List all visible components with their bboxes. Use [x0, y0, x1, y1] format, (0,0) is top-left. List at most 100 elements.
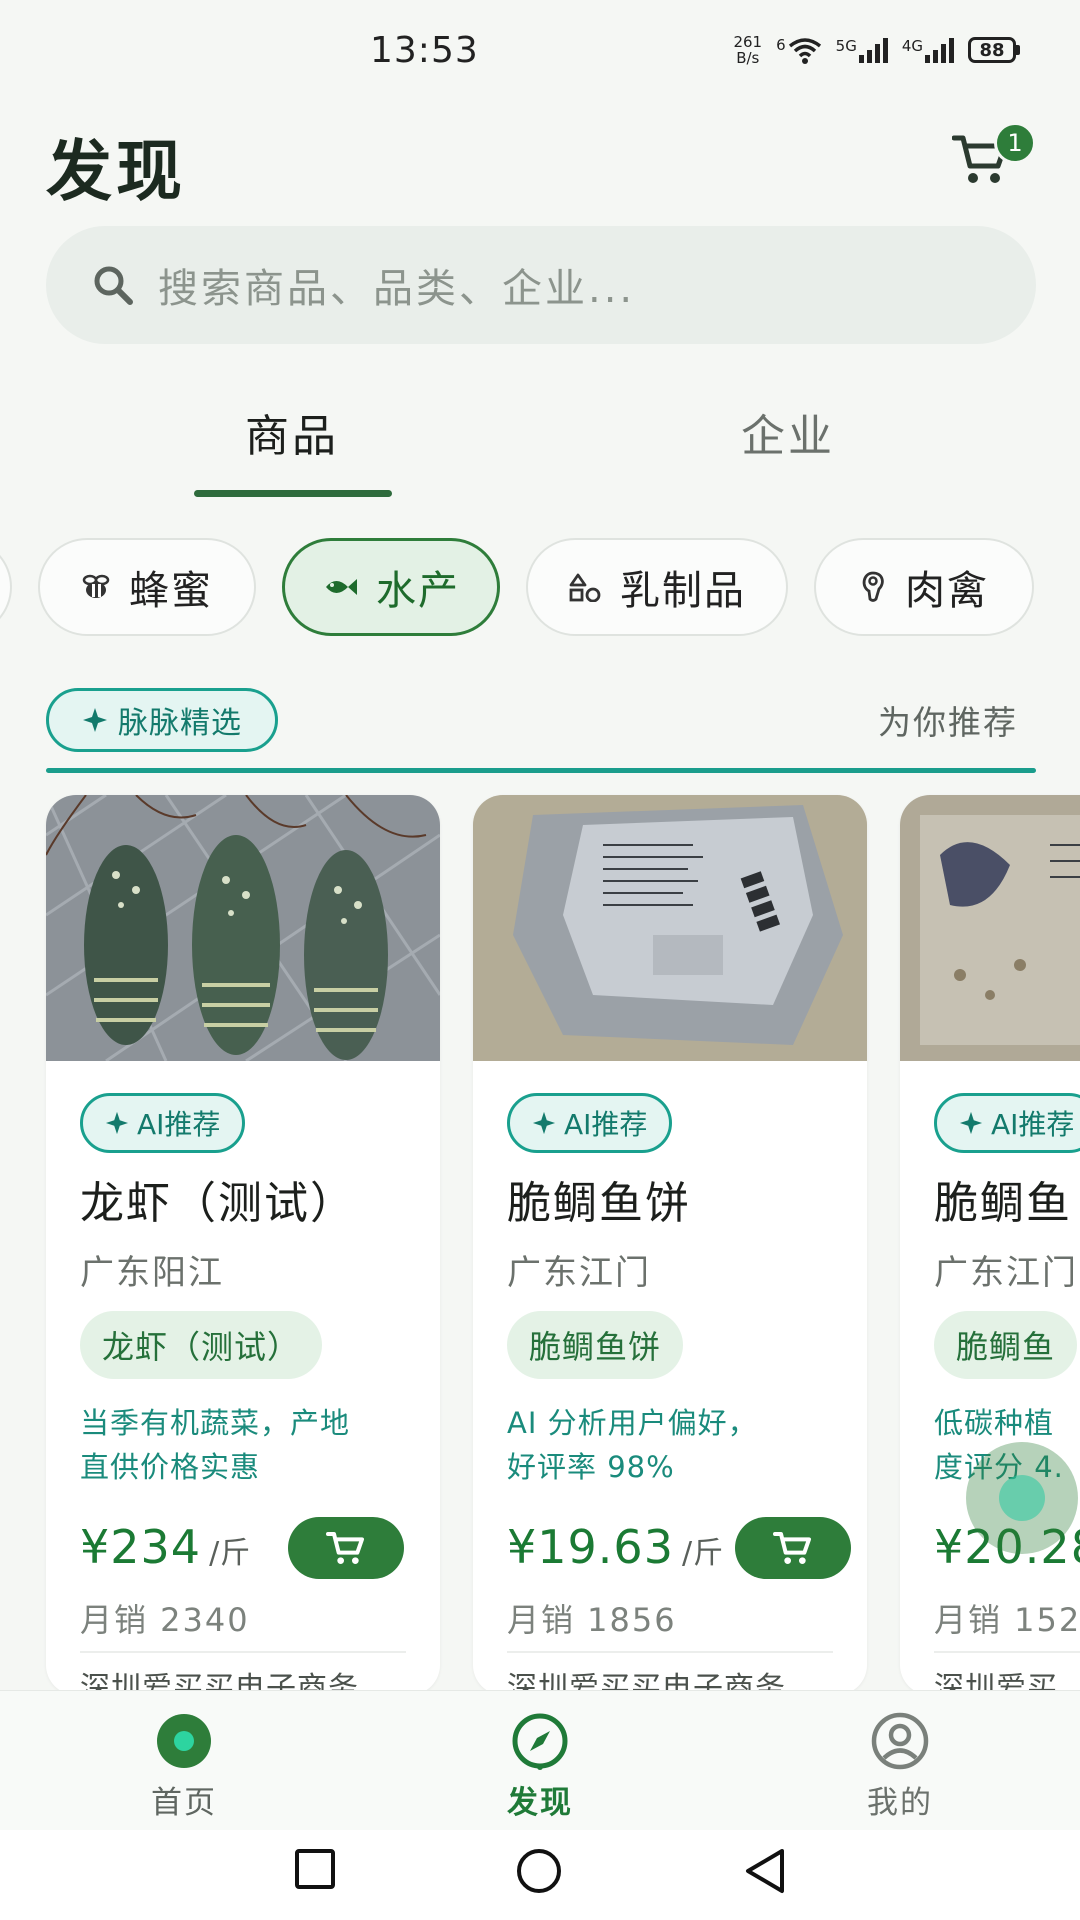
cell-signal-4g: 4G	[902, 37, 954, 63]
chip-partial[interactable]	[0, 538, 12, 636]
nav-home-label: 首页	[151, 1785, 217, 1821]
signal-4g-label: 4G	[901, 37, 923, 55]
tab-companies[interactable]: 企业	[688, 400, 888, 462]
home-button-icon[interactable]	[514, 1846, 564, 1896]
nav-discover-label: 发现	[507, 1785, 573, 1821]
product-tag: 脆鲷鱼	[934, 1311, 1078, 1379]
add-to-cart-button[interactable]	[735, 1517, 851, 1579]
signal-bars-icon	[925, 37, 954, 63]
ai-badge-label: AI推荐	[564, 1108, 648, 1141]
cart-count-badge: 1	[994, 122, 1036, 164]
category-chips: 蜂蜜 水产 乳制品 肉禽	[0, 538, 1080, 638]
product-origin: 广东江门	[934, 1253, 1078, 1293]
cart-icon	[326, 1532, 364, 1564]
status-icons: 261 B/s 6 5G 4G 88	[733, 34, 1020, 66]
search-input[interactable]: 搜索商品、品类、企业...	[46, 226, 1036, 344]
chip-dairy-label: 乳制品	[620, 568, 746, 614]
discover-screen: 13:53 261 B/s 6 5G 4G 88 发现 1 搜索商品、品类、企业…	[0, 0, 1080, 1920]
product-image-fish-cake: ▮▮▮▮	[473, 795, 867, 1061]
section-divider	[46, 768, 1036, 773]
recommend-reason: AI 分析用户偏好， 好评率 98%	[507, 1401, 847, 1489]
search-placeholder: 搜索商品、品类、企业...	[158, 266, 636, 312]
bee-icon	[82, 574, 110, 598]
chip-seafood[interactable]: 水产	[282, 538, 500, 636]
system-nav-bar	[0, 1830, 1080, 1920]
recommend-reason: 当季有机蔬菜，产地 直供价格实惠	[80, 1401, 420, 1489]
recents-icon[interactable]	[292, 1846, 338, 1892]
signal-bars-icon	[858, 37, 888, 63]
nav-profile[interactable]: 我的	[800, 1691, 1000, 1831]
ai-recommend-badge: AI推荐	[934, 1093, 1080, 1153]
product-origin: 广东阳江	[80, 1253, 224, 1293]
chip-dairy[interactable]: 乳制品	[526, 538, 788, 636]
monthly-sales: 月销 2340	[80, 1601, 250, 1639]
chip-seafood-label: 水产	[376, 568, 460, 614]
sparkle-icon	[83, 708, 107, 732]
home-icon	[151, 1711, 217, 1771]
signal-5g-label: 5G	[835, 37, 857, 55]
chip-honey-label: 蜂蜜	[129, 568, 213, 614]
product-card[interactable]: AI推荐 脆鲷鱼 广东江门 脆鲷鱼 低碳种植 度评分 4. ¥20.28 月销 …	[900, 795, 1080, 1695]
recommend-link[interactable]: 为你推荐	[878, 696, 1018, 744]
chip-honey[interactable]: 蜂蜜	[38, 538, 256, 636]
product-tag: 龙虾（测试）	[80, 1311, 323, 1379]
ai-recommend-badge: AI推荐	[80, 1093, 246, 1153]
profile-icon	[870, 1711, 930, 1771]
ai-badge-label: AI推荐	[137, 1108, 221, 1141]
ai-badge-label: AI推荐	[991, 1108, 1075, 1141]
network-speed-value: 261	[733, 33, 763, 51]
compass-icon	[510, 1711, 570, 1771]
card-divider	[507, 1651, 833, 1653]
nav-home[interactable]: 首页	[84, 1691, 284, 1831]
meat-icon	[862, 571, 884, 602]
curated-pill-label: 脉脉精选	[118, 706, 242, 741]
product-card[interactable]: ▮▮▮▮ AI推荐 脆鲷鱼饼 广东江门 脆鲷鱼饼 AI 分析用户偏好， 好评率 …	[473, 795, 867, 1695]
search-icon	[94, 266, 133, 305]
status-bar: 13:53 261 B/s 6 5G 4G 88	[0, 0, 1080, 100]
product-name: 脆鲷鱼饼	[507, 1178, 691, 1229]
sparkle-icon	[532, 1111, 556, 1135]
product-name: 龙虾（测试）	[80, 1178, 356, 1229]
product-name: 脆鲷鱼	[934, 1178, 1072, 1229]
sparkle-icon	[959, 1111, 983, 1135]
recommend-reason-line: 低碳种植	[934, 1406, 1055, 1440]
card-divider	[934, 1651, 1080, 1653]
product-card[interactable]: AI推荐 龙虾（测试） 广东阳江 龙虾（测试） 当季有机蔬菜，产地 直供价格实惠…	[46, 795, 440, 1695]
product-tag: 脆鲷鱼饼	[507, 1311, 684, 1379]
page-title: 发现	[46, 133, 186, 210]
chip-meat-label: 肉禽	[905, 568, 989, 614]
recommend-reason-line: 好评率 98%	[507, 1450, 675, 1484]
price-unit: /斤	[681, 1536, 725, 1571]
tab-products[interactable]: 商品	[192, 400, 392, 462]
curated-pill[interactable]: 脉脉精选	[46, 688, 278, 752]
price-value: ¥234	[80, 1520, 202, 1574]
bottom-nav: 首页 发现 我的	[0, 1690, 1080, 1830]
monthly-sales: 月销 1856	[507, 1601, 677, 1639]
battery-icon: 88	[968, 37, 1020, 63]
product-price: ¥234/斤	[80, 1520, 251, 1574]
back-icon[interactable]	[742, 1846, 788, 1896]
nav-profile-label: 我的	[867, 1785, 933, 1821]
card-divider	[80, 1651, 406, 1653]
ai-recommend-badge: AI推荐	[507, 1093, 673, 1153]
network-speed-unit: B/s	[736, 49, 760, 67]
recommend-reason-line: AI 分析用户偏好，	[507, 1406, 758, 1440]
cell-signal-5g: 5G	[836, 37, 888, 63]
recommend-reason-line: 当季有机蔬菜，产地	[80, 1406, 351, 1440]
price-value: ¥19.63	[507, 1520, 674, 1574]
sparkle-icon	[105, 1111, 129, 1135]
status-time: 13:53	[370, 30, 479, 71]
product-image-lobster	[46, 795, 440, 1061]
floating-assistant-button[interactable]	[966, 1442, 1078, 1554]
network-speed: 261 B/s	[733, 34, 762, 66]
product-image-fish	[900, 795, 1080, 1061]
wifi-icon	[788, 38, 821, 64]
cart-icon	[773, 1532, 811, 1564]
chip-meat[interactable]: 肉禽	[814, 538, 1034, 636]
dairy-icon	[569, 573, 601, 602]
recommend-reason-line: 直供价格实惠	[80, 1450, 261, 1484]
product-origin: 广东江门	[507, 1253, 651, 1293]
tab-indicator	[194, 490, 392, 497]
add-to-cart-button[interactable]	[288, 1517, 404, 1579]
nav-discover[interactable]: 发现	[440, 1691, 640, 1831]
